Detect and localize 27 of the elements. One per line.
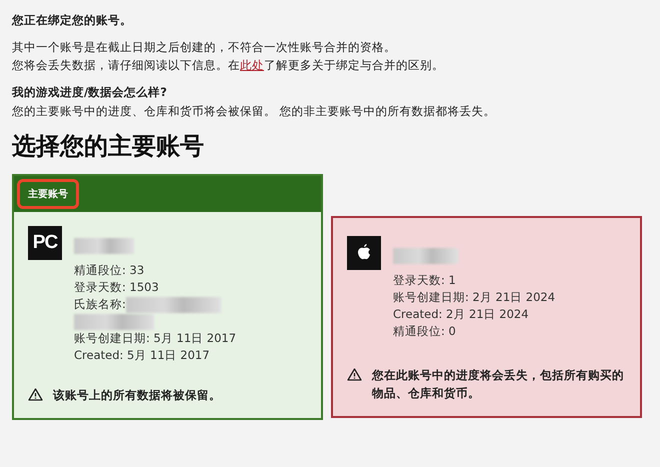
heading: 您正在绑定您的账号。	[12, 13, 133, 28]
account-detail: 精通段位: 33	[74, 262, 144, 279]
warning-icon	[28, 388, 43, 401]
page-title: 选择您的主要账号	[12, 131, 205, 162]
account-detail: 登录天数: 1	[393, 272, 456, 289]
account-detail: 账号创建日期: 2月 21日 2024	[393, 289, 556, 306]
warning-icon	[347, 368, 362, 381]
account-detail: 氏族名称:	[74, 296, 126, 313]
account-detail: 精通段位: 0	[393, 323, 456, 340]
account-detail: Created: 5月 11日 2017	[74, 347, 210, 364]
notice-text: 其中一个账号是在截止日期之后创建的，不符合一次性账号合并的资格。	[12, 39, 397, 56]
question-heading: 我的游戏进度/数据会怎么样?	[12, 84, 168, 101]
warning-text: 该账号上的所有数据将被保留。	[53, 387, 221, 404]
warning-text: 您在此账号中的进度将会丢失，包括所有购买的物品、仓库和货币。	[372, 367, 624, 402]
account-card[interactable]: 登录天数: 1 账号创建日期: 2月 21日 2024 Created: 2月 21日 2024 精通段位: 0 您在此账号中的进度将会丢失，包括所有购买的物品、仓库和货币。	[331, 216, 642, 418]
apple-icon	[347, 236, 381, 270]
pc-logo: PC	[28, 226, 62, 260]
account-detail: Created: 2月 21日 2024	[393, 306, 529, 323]
link[interactable]: 此处	[240, 58, 264, 72]
account-detail: 登录天数: 1503	[74, 279, 159, 296]
answer-text: 您的主要账号中的进度、仓库和货币将会被保留。 您的非主要账号中的所有数据都将丢失。	[12, 103, 497, 120]
notice-text: 您将会丢失数据，请仔细阅读以下信息。在此处 了解更多关于绑定与合并的区别。	[12, 57, 445, 74]
account-detail: 账号创建日期: 5月 11日 2017	[74, 330, 236, 347]
primary-badge: 主要账号	[17, 179, 79, 209]
account-card[interactable]: 主要账号 PC 精通段位: 33 登录天数: 1503 氏族名称: 账号创建日期: 5月 11日 2017 Created: 5月 11日 2017 该账号上的所有数据将被保留。	[12, 174, 323, 420]
blurred-text	[393, 248, 458, 264]
blurred-text	[74, 238, 134, 254]
